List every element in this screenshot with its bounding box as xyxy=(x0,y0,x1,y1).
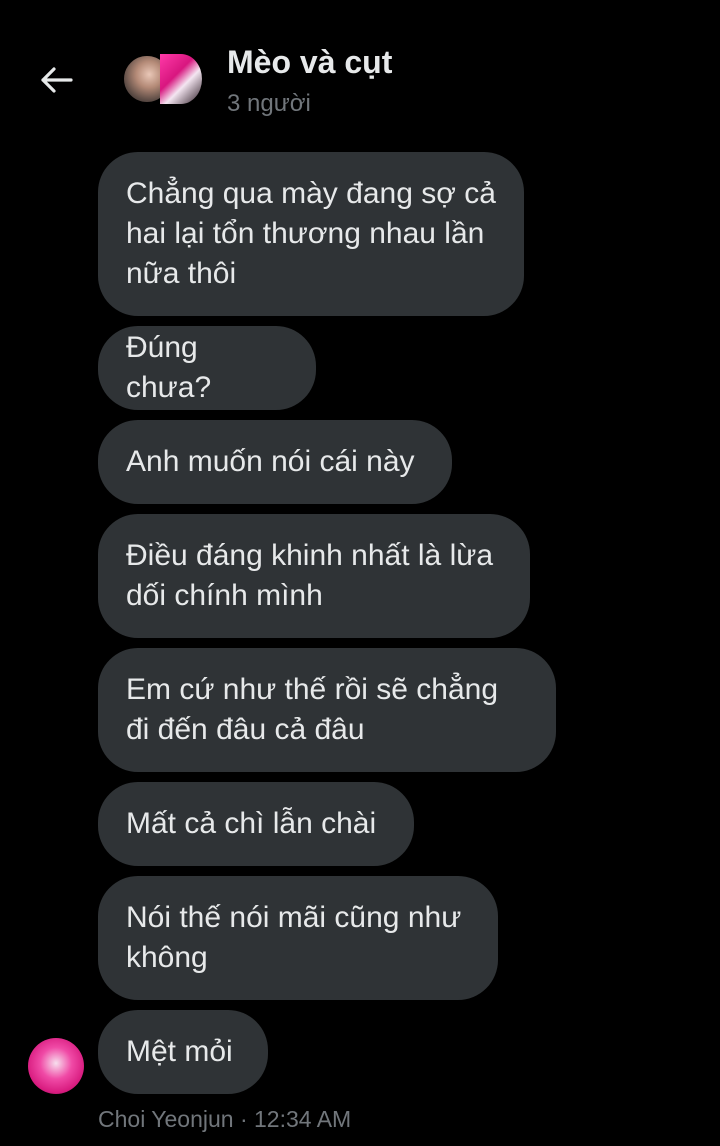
message-text: Mất cả chì lẫn chài xyxy=(126,807,377,840)
message-text: Đúng chưa? xyxy=(126,331,212,404)
message-text: Mệt mỏi xyxy=(126,1035,233,1068)
message-bubble[interactable]: Mất cả chì lẫn chài xyxy=(98,782,414,866)
message-bubble[interactable]: Em cứ như thế rồi sẽ chẳng đi đến đâu cả… xyxy=(98,648,556,772)
message-bubble[interactable]: Nói thế nói mãi cũng như không xyxy=(98,876,498,1000)
message-bubble[interactable]: Mệt mỏi xyxy=(98,1010,268,1094)
message-bubble[interactable]: Đúng chưa? xyxy=(98,326,316,410)
message-meta: Choi Yeonjun · 12:34 AM xyxy=(98,1106,352,1132)
message-text: Chẳng qua mày đang sợ cả hai lại tổn thư… xyxy=(126,177,496,290)
message-text: Em cứ như thế rồi sẽ chẳng đi đến đâu cả… xyxy=(126,673,499,746)
message-text: Anh muốn nói cái này xyxy=(126,445,415,478)
conversation-title[interactable]: Mèo và cụt xyxy=(227,44,392,81)
participant-count: 3 người xyxy=(227,90,311,117)
back-button[interactable] xyxy=(36,60,76,100)
arrow-left-icon xyxy=(41,67,73,93)
group-avatar[interactable] xyxy=(122,54,204,108)
message-bubble[interactable]: Chẳng qua mày đang sợ cả hai lại tổn thư… xyxy=(98,152,524,316)
message-text: Nói thế nói mãi cũng như không xyxy=(126,901,462,974)
message-text: Điều đáng khinh nhất là lừa dối chính mì… xyxy=(126,539,494,612)
message-bubble[interactable]: Anh muốn nói cái này xyxy=(98,420,452,504)
message-bubble[interactable]: Điều đáng khinh nhất là lừa dối chính mì… xyxy=(98,514,530,638)
conversation-header: Mèo và cụt 3 người xyxy=(0,0,720,140)
member-avatar xyxy=(160,54,202,104)
sender-avatar[interactable] xyxy=(28,1038,84,1094)
